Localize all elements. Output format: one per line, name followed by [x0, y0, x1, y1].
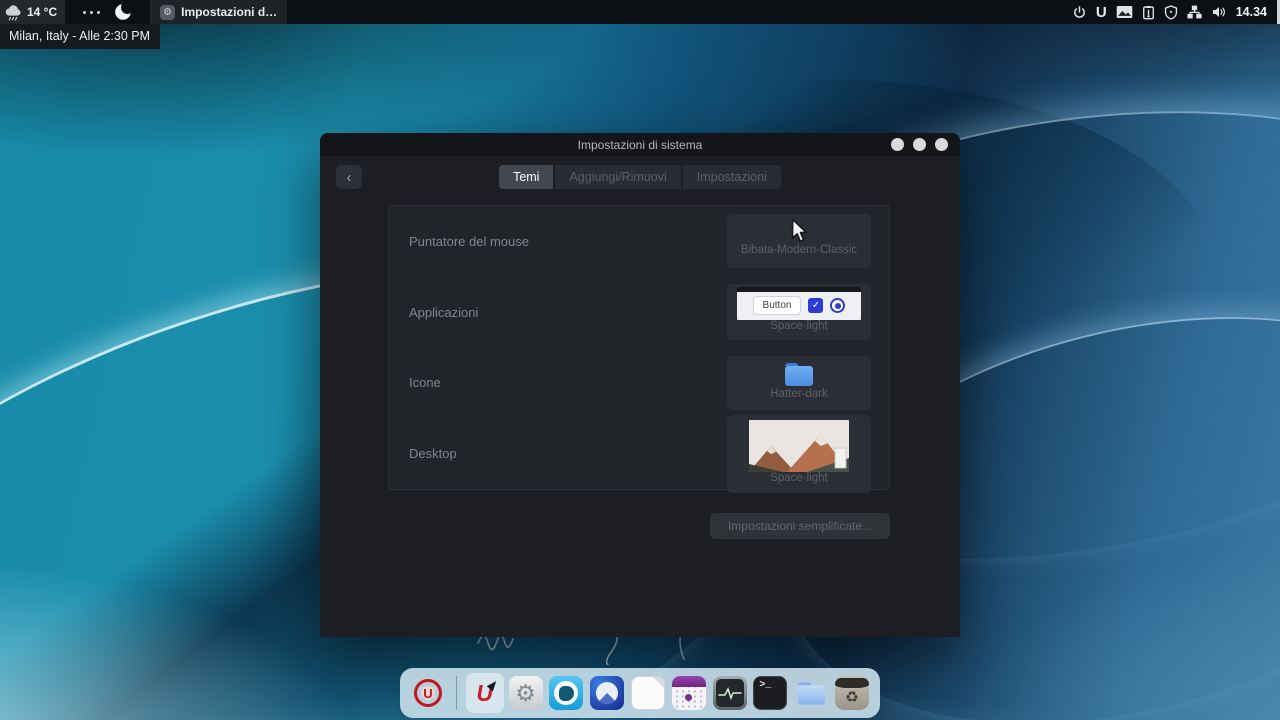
- preview-button: Button: [753, 296, 802, 315]
- dock-item-system-monitor[interactable]: [711, 673, 749, 713]
- tab-aggiungi-rimuovi[interactable]: Aggiungi/Rimuovi: [555, 165, 680, 189]
- top-panel: 14 °C ⚙ Impostazioni di... U: [0, 0, 1280, 24]
- dock-item-calendar[interactable]: [670, 673, 708, 713]
- moon-icon[interactable]: [110, 1, 136, 23]
- chevron-left-icon: ‹: [347, 170, 352, 185]
- preview-checkbox: ✓: [808, 298, 823, 313]
- wallpaper-thumbnail: [749, 420, 849, 472]
- calendar-icon: [672, 676, 706, 710]
- weather-tooltip: Milan, Italy - Alle 2:30 PM: [0, 24, 160, 49]
- row-label: Desktop: [409, 446, 457, 461]
- tab-bar: ‹ Temi Aggiungi/Rimuovi Impostazioni: [320, 156, 960, 198]
- red-u-pen-icon: U: [476, 682, 493, 705]
- icon-theme-selector[interactable]: Hatter-dark: [727, 356, 871, 410]
- row-label: Applicazioni: [409, 305, 478, 320]
- terminal-icon: >_: [753, 676, 787, 710]
- gear-icon: ⚙: [160, 5, 175, 20]
- row-icons: Icone Hatter-dark: [389, 348, 889, 419]
- dock-item-browser[interactable]: [547, 673, 585, 713]
- dock-item-thunderbird[interactable]: [588, 673, 626, 713]
- wallpaper-name: Space-light: [770, 472, 828, 484]
- settings-window: Impostazioni di sistema ‹ Temi Aggiungi/…: [320, 133, 960, 637]
- taskbar-window-button[interactable]: ⚙ Impostazioni di...: [150, 0, 287, 24]
- desktop: 14 °C ⚙ Impostazioni di... U: [0, 0, 1280, 720]
- blue-folder-icon: [782, 361, 816, 388]
- thunderbird-icon: [590, 676, 624, 710]
- row-desktop: Desktop Space-light: [389, 418, 889, 489]
- wallpaper-selector[interactable]: Space-light: [727, 415, 871, 493]
- system-monitor-icon: [713, 676, 747, 710]
- row-label: Puntatore del mouse: [409, 234, 529, 249]
- simplified-settings-button[interactable]: Impostazioni semplificate...: [710, 513, 890, 539]
- trash-icon: ♻: [835, 676, 869, 710]
- dock-separator: [456, 676, 457, 710]
- dock: U U ⚙: [400, 668, 880, 718]
- themes-settings-panel: Puntatore del mouse Bibata-Modern-Classi…: [388, 205, 890, 490]
- volume-icon[interactable]: [1211, 5, 1227, 19]
- three-dots-icon[interactable]: [83, 11, 100, 14]
- dock-item-settings[interactable]: ⚙: [507, 673, 545, 713]
- shield-icon[interactable]: [1164, 5, 1178, 20]
- taskbar-window-label: Impostazioni di...: [181, 5, 277, 19]
- unity-logo-icon: U: [414, 679, 442, 707]
- weather-applet[interactable]: 14 °C: [0, 0, 65, 24]
- dock-item-terminal[interactable]: >_: [752, 673, 790, 713]
- unity-u-icon[interactable]: U: [1096, 5, 1107, 20]
- clock[interactable]: 14.34: [1236, 5, 1267, 19]
- widget-preview: Button ✓: [737, 287, 861, 320]
- browser-icon: [549, 676, 583, 710]
- wallpaper-icon[interactable]: [1116, 5, 1133, 19]
- gtk-theme-selector[interactable]: Button ✓ Space-light: [727, 284, 871, 340]
- window-control-3[interactable]: [935, 138, 948, 151]
- gtk-theme-name: Space-light: [770, 320, 828, 332]
- dock-item-unity[interactable]: U: [409, 673, 447, 713]
- dock-item-document[interactable]: [629, 673, 667, 713]
- window-title: Impostazioni di sistema: [578, 138, 703, 152]
- row-applications: Applicazioni Button ✓ Space-light: [389, 277, 889, 348]
- weather-temp: 14 °C: [27, 5, 57, 19]
- gear-icon: ⚙: [509, 676, 543, 710]
- dock-item-files[interactable]: [792, 673, 830, 713]
- tab-temi[interactable]: Temi: [499, 165, 553, 189]
- window-control-1[interactable]: [891, 138, 904, 151]
- preview-radio: [830, 298, 845, 313]
- cursor-theme-selector[interactable]: Bibata-Modern-Classic: [727, 214, 871, 268]
- rain-cloud-icon: [4, 4, 23, 21]
- dock-item-trash[interactable]: ♻: [833, 673, 871, 713]
- document-icon: [631, 676, 665, 710]
- clipboard-alert-icon[interactable]: [1142, 5, 1155, 20]
- power-icon[interactable]: [1072, 5, 1087, 20]
- cursor-theme-name: Bibata-Modern-Classic: [741, 244, 857, 256]
- window-titlebar[interactable]: Impostazioni di sistema: [320, 133, 960, 156]
- row-mouse-pointer: Puntatore del mouse Bibata-Modern-Classi…: [389, 206, 889, 277]
- window-control-2[interactable]: [913, 138, 926, 151]
- icon-theme-name: Hatter-dark: [770, 388, 828, 400]
- back-button[interactable]: ‹: [336, 165, 362, 189]
- files-folder-icon: [795, 680, 828, 707]
- dock-item-utext[interactable]: U: [466, 673, 504, 713]
- tab-impostazioni[interactable]: Impostazioni: [683, 165, 781, 189]
- cursor-arrow-icon: [790, 218, 808, 244]
- row-label: Icone: [409, 375, 441, 390]
- network-icon[interactable]: [1187, 5, 1202, 19]
